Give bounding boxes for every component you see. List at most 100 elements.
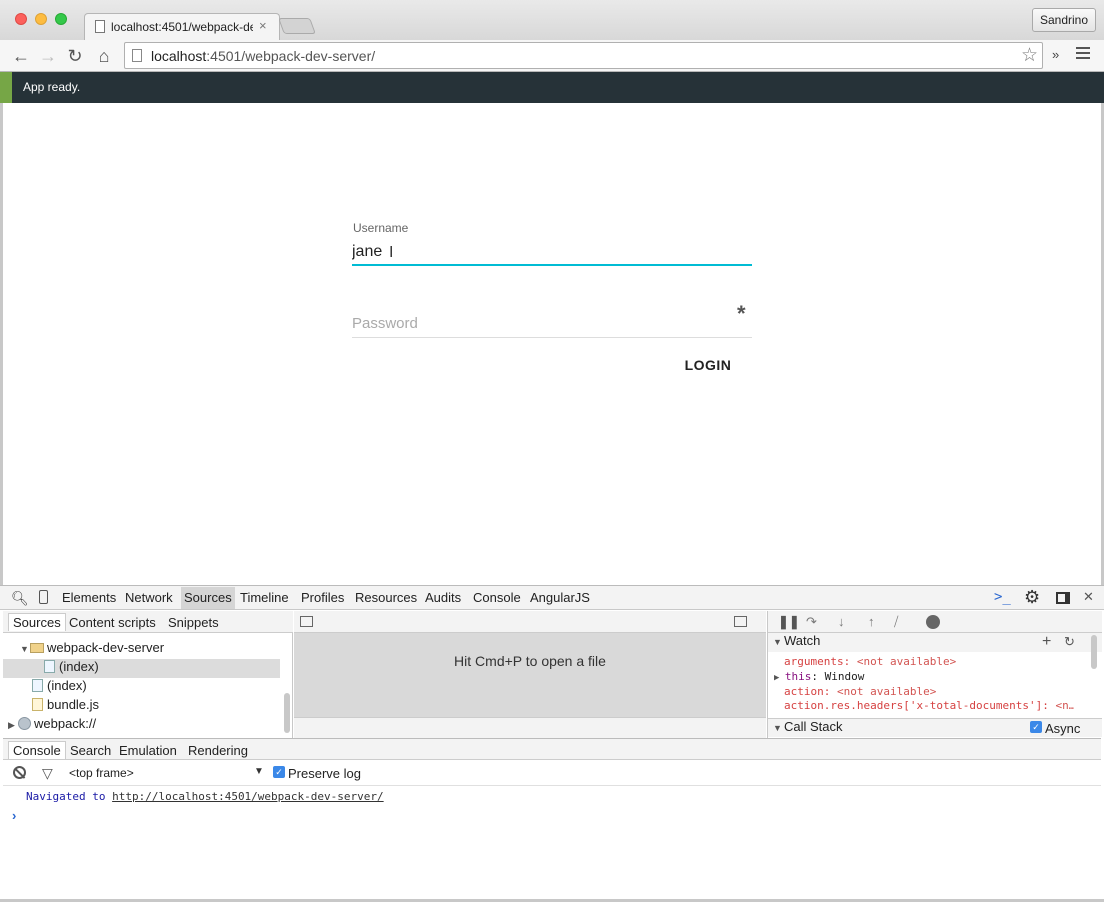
extensions-overflow-icon[interactable]: » xyxy=(1052,47,1059,62)
watch-expression[interactable]: arguments: <not available> xyxy=(784,655,1074,668)
navigator-tabs: Sources Content scripts Snippets xyxy=(3,611,293,633)
window-close-button[interactable] xyxy=(15,13,27,25)
tab-elements[interactable]: Elements xyxy=(62,590,116,605)
dropdown-arrow-icon[interactable]: ▼ xyxy=(254,766,264,777)
profile-button[interactable]: Sandrino xyxy=(1032,8,1096,32)
home-icon[interactable]: ⌂ xyxy=(93,45,115,67)
tab-content-scripts[interactable]: Content scripts xyxy=(69,615,156,630)
frame-selector[interactable]: <top frame> xyxy=(69,766,134,780)
address-bar[interactable]: localhost:4501/webpack-dev-server/ ☆ xyxy=(124,42,1043,69)
folder-icon xyxy=(30,643,44,653)
login-button[interactable]: LOGIN xyxy=(676,352,740,378)
tab-timeline[interactable]: Timeline xyxy=(240,590,289,605)
devtools-tabbar: 🔍︎ Elements Network Sources Timeline Pro… xyxy=(0,585,1104,610)
expand-triangle-icon[interactable]: ▶ xyxy=(774,673,785,683)
watch-expression[interactable]: action: <not available> xyxy=(784,685,1074,698)
console-prompt-icon[interactable]: › xyxy=(12,808,16,823)
reload-icon[interactable]: ↻ xyxy=(64,45,86,67)
tab-console[interactable]: Console xyxy=(473,590,521,605)
watch-value: <not available> xyxy=(856,655,957,668)
page-icon xyxy=(132,49,142,62)
watch-name: this xyxy=(784,670,812,683)
filter-icon[interactable]: ▽ xyxy=(42,765,53,782)
watch-name: arguments xyxy=(784,655,844,668)
forward-icon[interactable]: → xyxy=(37,45,59,67)
call-stack-title: Call Stack xyxy=(784,719,843,734)
step-into-icon[interactable]: ↓ xyxy=(838,614,845,629)
address-host: localhost xyxy=(151,48,207,64)
tree-folder-webpack-dev-server[interactable]: ▼ webpack-dev-server xyxy=(20,640,290,659)
window-maximize-button[interactable] xyxy=(55,13,67,25)
preserve-log-checkbox[interactable]: ✓ xyxy=(273,766,285,778)
tab-angularjs[interactable]: AngularJS xyxy=(530,590,590,605)
hamburger-menu-icon[interactable] xyxy=(1076,47,1090,61)
tab-emulation[interactable]: Emulation xyxy=(119,743,177,758)
watch-expression[interactable]: action.res.headers['x-total-documents']:… xyxy=(784,699,1074,712)
toggle-debugger-icon[interactable] xyxy=(734,616,747,627)
watch-scrollbar[interactable] xyxy=(1091,635,1097,669)
required-asterisk-icon: * xyxy=(737,301,746,326)
tree-folder-webpack[interactable]: ▶ webpack:// xyxy=(8,716,278,735)
preserve-log-label: Preserve log xyxy=(288,766,361,781)
tab-search[interactable]: Search xyxy=(70,743,111,758)
password-field[interactable] xyxy=(352,310,752,338)
async-label: Async xyxy=(1045,721,1081,736)
refresh-icon[interactable]: ↻ xyxy=(1064,634,1075,650)
bookmark-star-icon[interactable]: ☆ xyxy=(1021,44,1038,67)
watch-expression[interactable]: ▶ this: Window xyxy=(774,670,1064,683)
close-icon[interactable]: ✕ xyxy=(1083,589,1094,605)
browser-toolbar: ← → ↻ ⌂ localhost:4501/webpack-dev-serve… xyxy=(0,40,1104,72)
status-message: App ready. xyxy=(23,80,81,94)
new-tab-button[interactable] xyxy=(278,18,316,34)
console-output: Navigated to http://localhost:4501/webpa… xyxy=(3,786,1101,899)
step-out-icon[interactable]: ↑ xyxy=(868,614,875,629)
tree-item-label: (index) xyxy=(59,659,99,674)
toggle-navigator-icon[interactable] xyxy=(300,616,313,627)
console-message: Navigated to http://localhost:4501/webpa… xyxy=(26,790,384,803)
device-mode-icon[interactable] xyxy=(39,590,48,604)
watch-value: <not available> xyxy=(837,685,937,698)
html-file-icon xyxy=(44,660,55,673)
tab-network[interactable]: Network xyxy=(125,590,173,605)
clear-console-icon[interactable] xyxy=(13,766,26,779)
editor-statusbar xyxy=(294,717,766,738)
tab-audits[interactable]: Audits xyxy=(425,590,461,605)
tab-close-icon[interactable]: × xyxy=(259,18,267,33)
console-drawer-icon[interactable]: >_ xyxy=(994,589,1011,605)
call-stack-header[interactable]: ▼ Call Stack ✓ Async xyxy=(768,718,1102,737)
console-url-link[interactable]: http://localhost:4501/webpack-dev-server… xyxy=(112,790,384,803)
step-over-icon[interactable]: ↷ xyxy=(806,614,817,630)
gear-icon[interactable]: ⚙ xyxy=(1024,587,1040,608)
inspect-search-icon[interactable]: 🔍︎ xyxy=(11,590,29,607)
debugger-toolbar: ❚❚ ↷ ↓ ↑ ⧸ xyxy=(768,611,1102,633)
tab-sources[interactable]: Sources xyxy=(181,587,235,609)
js-file-icon xyxy=(32,698,43,711)
add-watch-icon[interactable]: + xyxy=(1042,633,1051,651)
navigator-scrollbar[interactable] xyxy=(284,693,290,733)
tab-console-drawer[interactable]: Console xyxy=(8,741,66,759)
tab-profiles[interactable]: Profiles xyxy=(301,590,344,605)
dock-side-icon[interactable] xyxy=(1056,592,1070,604)
tree-file-index-selected[interactable]: (index) xyxy=(3,659,280,678)
tab-snippets[interactable]: Snippets xyxy=(168,615,219,630)
username-field[interactable] xyxy=(352,240,752,266)
pause-icon[interactable]: ❚❚ xyxy=(778,614,800,630)
collapse-triangle-icon[interactable]: ▼ xyxy=(20,644,30,654)
pause-on-exceptions-icon[interactable] xyxy=(926,615,940,629)
page-icon xyxy=(95,20,105,33)
tab-resources[interactable]: Resources xyxy=(355,590,417,605)
back-icon[interactable]: ← xyxy=(10,45,32,67)
expand-triangle-icon[interactable]: ▶ xyxy=(8,720,18,731)
window-minimize-button[interactable] xyxy=(35,13,47,25)
async-checkbox[interactable]: ✓ xyxy=(1030,721,1042,733)
watch-header[interactable]: ▼ Watch + ↻ xyxy=(768,633,1102,652)
address-path: :4501/webpack-dev-server/ xyxy=(206,48,376,64)
tree-file-index[interactable]: (index) xyxy=(32,678,282,697)
browser-titlebar: localhost:4501/webpack-dev-server/ × San… xyxy=(0,0,1104,40)
browser-tab[interactable]: localhost:4501/webpack-dev-server/ × xyxy=(84,13,280,40)
tab-rendering[interactable]: Rendering xyxy=(188,743,248,758)
tab-sources-nav[interactable]: Sources xyxy=(8,613,66,631)
console-toolbar: ▽ <top frame> ▼ ✓ Preserve log xyxy=(3,760,1101,786)
deactivate-breakpoints-icon[interactable]: ⧸ xyxy=(894,614,898,630)
tree-file-bundle[interactable]: bundle.js xyxy=(32,697,282,716)
